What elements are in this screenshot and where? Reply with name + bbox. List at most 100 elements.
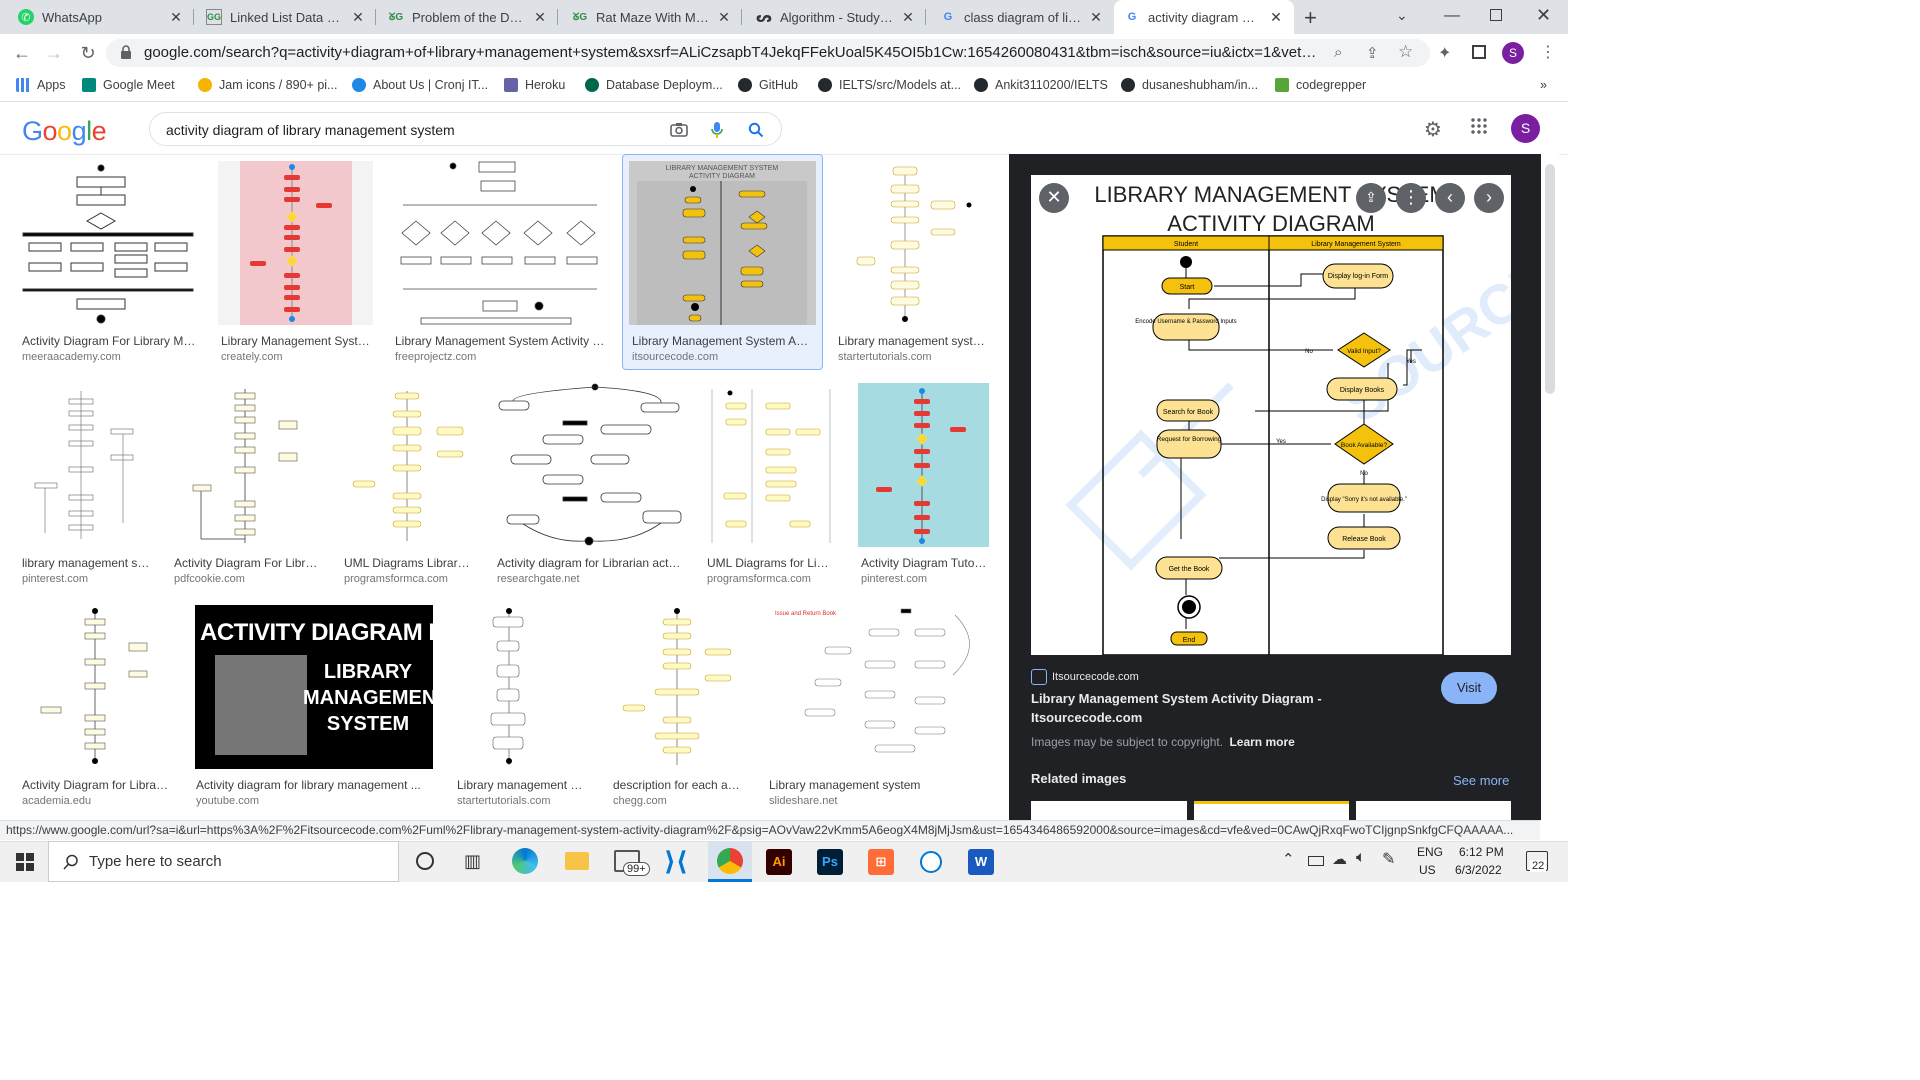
result-image[interactable] (19, 383, 153, 547)
back-button[interactable]: ← (10, 42, 34, 66)
previous-image-button[interactable]: ‹ (1435, 183, 1465, 213)
reload-button[interactable]: ↻ (76, 42, 100, 66)
result-image[interactable] (391, 161, 609, 325)
related-image[interactable] (1194, 801, 1349, 820)
result-image[interactable] (19, 161, 199, 325)
wamp-icon[interactable] (920, 851, 942, 873)
result-image-selected[interactable]: LIBRARY MANAGEMENT SYSTEM ACTIVITY DIAGRA… (629, 161, 816, 325)
next-image-button[interactable]: › (1474, 183, 1504, 213)
network-icon[interactable]: ☁ (1332, 850, 1347, 868)
account-avatar[interactable]: S (1511, 114, 1540, 143)
search-icon[interactable] (748, 122, 764, 138)
result-title[interactable]: Activity Diagram for Library... (22, 778, 172, 792)
learn-more-link[interactable]: Learn more (1229, 735, 1294, 749)
vscode-icon[interactable]: ⟩⟨ (664, 846, 688, 877)
settings-gear-icon[interactable]: ⚙ (1424, 117, 1442, 142)
word-icon[interactable]: W (968, 849, 994, 875)
panel-scrollbar[interactable] (1541, 154, 1559, 820)
more-options-button[interactable]: ⋮ (1396, 183, 1426, 213)
close-icon[interactable]: ✕ (532, 9, 548, 25)
bookmark-ielts[interactable]: Ankit3110200/IELTS (974, 78, 1108, 92)
bookmark-codegrepper[interactable]: codegrepper (1275, 78, 1366, 92)
extensions-icon[interactable]: ✦ (1438, 43, 1451, 63)
search-input[interactable]: activity diagram of library management s… (149, 112, 782, 146)
see-more-link[interactable]: See more (1453, 773, 1509, 788)
google-apps-icon[interactable] (1470, 117, 1488, 135)
result-title[interactable]: UML Diagrams for Libr... (707, 556, 835, 570)
task-view-icon[interactable]: ▥ (464, 851, 481, 872)
site-name[interactable]: Itsourcecode.com (1052, 671, 1139, 683)
bookmark-dusaneshubham[interactable]: dusaneshubham/in... (1121, 78, 1258, 92)
show-hidden-icons[interactable]: ⌃ (1282, 850, 1295, 868)
tab-search-icon[interactable]: ⌄ (1396, 7, 1408, 24)
result-image[interactable]: Issue and Return Book (765, 605, 991, 769)
result-title[interactable]: Library management system (769, 778, 989, 792)
pen-icon[interactable]: ✎ (1382, 849, 1395, 869)
related-image[interactable] (1356, 801, 1511, 820)
bookmark-apps[interactable]: Apps (16, 78, 66, 92)
result-image[interactable] (493, 383, 686, 547)
volume-icon[interactable]: 🔈︎ (1356, 849, 1366, 867)
bookmark-database[interactable]: Database Deploym... (585, 78, 723, 92)
language-indicator[interactable]: ENG (1417, 845, 1443, 859)
taskbar-chrome-active[interactable] (708, 841, 752, 882)
close-icon[interactable]: ✕ (350, 9, 366, 25)
result-image[interactable] (341, 383, 475, 547)
close-icon[interactable]: ✕ (168, 9, 184, 25)
result-image[interactable] (171, 383, 323, 547)
google-logo[interactable]: Google (22, 116, 107, 147)
scrollbar-thumb[interactable] (1545, 164, 1555, 394)
result-title[interactable]: Activity diagram for library management … (196, 778, 431, 792)
result-title[interactable]: Library management syste... (838, 334, 988, 348)
result-title[interactable]: Library Management System Activity U... (395, 334, 607, 348)
close-preview-button[interactable]: ✕ (1039, 183, 1069, 213)
tab-activity-diagram[interactable]: G activity diagram of lib ✕ (1114, 0, 1294, 34)
tab-algorithm[interactable]: ᔕ Algorithm - Study Pla ✕ (746, 0, 926, 34)
preview-image[interactable]: SOURCECODE LIBRARY MANAGEMENT SYSTEM ACT… (1031, 175, 1511, 655)
edge-icon[interactable] (512, 848, 538, 874)
clock-date[interactable]: 6/3/2022 (1455, 863, 1502, 877)
result-title[interactable]: Activity diagram for Librarian actor... (497, 556, 683, 570)
camera-search-icon[interactable] (670, 122, 688, 137)
forward-button[interactable]: → (42, 42, 66, 66)
tab-class-diagram[interactable]: G class diagram of libra ✕ (930, 0, 1114, 34)
result-image[interactable] (835, 161, 991, 325)
illustrator-icon[interactable]: Ai (766, 849, 792, 875)
result-title[interactable]: Library management sy... (457, 778, 588, 792)
cortana-icon[interactable] (416, 852, 434, 870)
result-title[interactable]: Activity Diagram Tutori... (861, 556, 987, 570)
close-icon[interactable]: ✕ (716, 9, 732, 25)
result-title[interactable]: Library Management Syste... (221, 334, 371, 348)
result-title[interactable]: UML Diagrams Library ... (344, 556, 472, 570)
result-title[interactable]: Activity Diagram For Librar... (174, 556, 320, 570)
file-explorer-icon[interactable] (565, 852, 589, 870)
minimize-button[interactable]: — (1444, 7, 1460, 25)
result-image[interactable] (453, 605, 590, 769)
profile-avatar[interactable]: S (1502, 42, 1524, 64)
bookmark-google-meet[interactable]: Google Meet (82, 78, 175, 92)
windows-start-icon[interactable] (16, 853, 34, 871)
address-bar[interactable]: google.com/search?q=activity+diagram+of+… (106, 39, 1430, 67)
result-title[interactable]: Library Management System Acti... (632, 334, 814, 348)
bookmarks-overflow[interactable]: » (1540, 78, 1547, 92)
zoom-icon[interactable]: ⌕ (1334, 44, 1342, 61)
share-button[interactable]: ⇪ (1356, 183, 1386, 213)
result-image[interactable] (19, 605, 174, 769)
bookmark-github[interactable]: GitHub (738, 78, 798, 92)
clock-time[interactable]: 6:12 PM (1459, 845, 1504, 859)
close-window-button[interactable]: ✕ (1536, 5, 1551, 26)
battery-icon[interactable] (1308, 856, 1324, 866)
close-icon[interactable]: ✕ (1268, 9, 1284, 25)
result-title[interactable]: library management sy... (22, 556, 150, 570)
result-image[interactable] (218, 161, 373, 325)
new-tab-button[interactable]: + (1304, 5, 1317, 31)
bookmark-heroku[interactable]: Heroku (504, 78, 565, 92)
result-title[interactable]: description for each act... (613, 778, 744, 792)
postman-icon[interactable]: ⊞ (868, 849, 894, 875)
bookmark-cronj[interactable]: About Us | Cronj IT... (352, 78, 488, 92)
tab-rat-maze[interactable]: ᘜG Rat Maze With Multip ✕ (562, 0, 742, 34)
side-panel-icon[interactable] (1472, 45, 1486, 59)
preview-title[interactable]: Library Management System Activity Diagr… (1031, 689, 1431, 727)
related-image[interactable] (1031, 801, 1187, 820)
result-image[interactable] (609, 605, 746, 769)
